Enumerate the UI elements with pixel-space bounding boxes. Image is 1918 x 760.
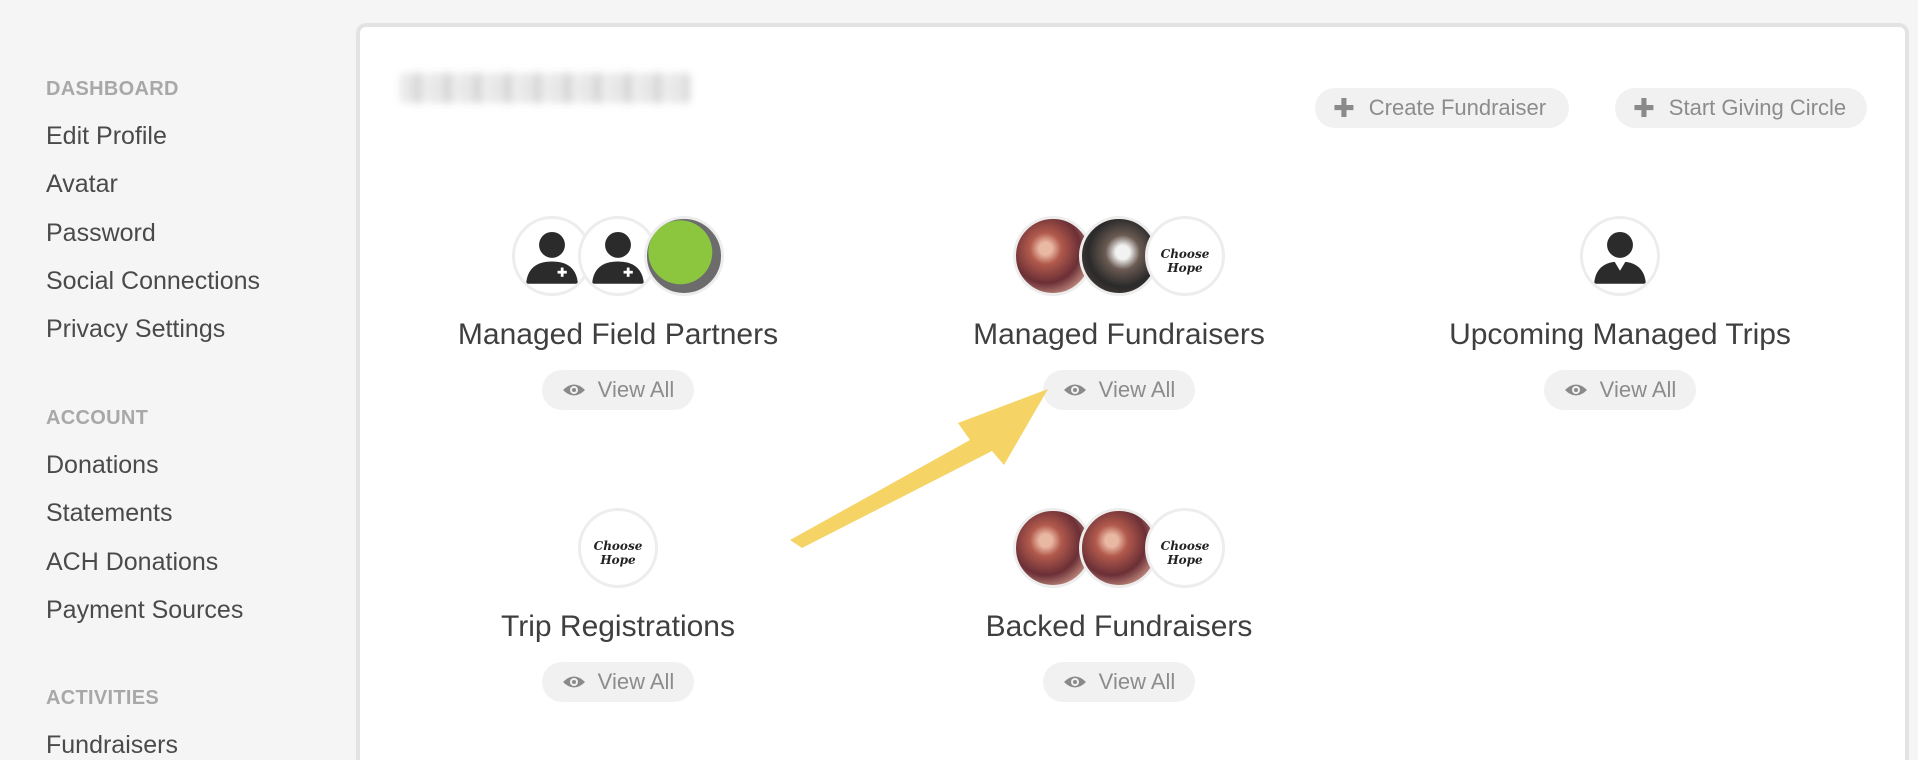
plus-icon: ✚	[1633, 93, 1655, 123]
sidebar-item-avatar[interactable]: Avatar	[46, 170, 118, 199]
avatar-group: Choose Hope	[408, 508, 828, 588]
sidebar-item-statements[interactable]: Statements	[46, 499, 172, 528]
sidebar-item-privacy-settings[interactable]: Privacy Settings	[46, 315, 225, 344]
sidebar-heading-account: ACCOUNT	[46, 407, 149, 429]
sidebar-item-password[interactable]: Password	[46, 219, 156, 248]
annotation-arrow-icon	[790, 389, 1048, 548]
sidebar-heading-activities: ACTIVITIES	[46, 687, 160, 709]
choose-hope-logo-avatar: Choose Hope	[578, 508, 658, 588]
blurred-user-name	[400, 73, 690, 103]
plus-icon: ✚	[1333, 93, 1355, 123]
sidebar: DASHBOARD Edit Profile Avatar Password S…	[0, 0, 355, 760]
eye-icon	[1564, 384, 1587, 396]
main-panel: ✚ Create Fundraiser ✚ Start Giving Circl…	[356, 23, 1909, 760]
card-title: Upcoming Managed Trips	[1449, 318, 1791, 351]
avatar-group	[1410, 216, 1830, 296]
globe-logo-icon	[644, 216, 724, 296]
eye-icon	[562, 384, 585, 396]
eye-icon	[1063, 676, 1086, 688]
choose-hope-logo-avatar: Choose Hope	[1145, 508, 1225, 588]
start-giving-circle-button[interactable]: ✚ Start Giving Circle	[1615, 88, 1867, 128]
sidebar-item-edit-profile[interactable]: Edit Profile	[46, 122, 167, 151]
sidebar-heading-dashboard: DASHBOARD	[46, 78, 179, 100]
sidebar-item-fundraisers[interactable]: Fundraisers	[46, 731, 178, 760]
choose-hope-logo-text: Choose Hope	[1160, 247, 1210, 275]
create-fundraiser-button[interactable]: ✚ Create Fundraiser	[1315, 88, 1569, 128]
card-managed-field-partners: Managed Field Partners View All	[408, 216, 828, 410]
card-title: Managed Field Partners	[457, 318, 779, 351]
card-title: Managed Fundraisers	[973, 318, 1265, 351]
choose-hope-logo-text: Choose Hope	[1160, 539, 1210, 567]
view-all-label: View All	[597, 669, 675, 694]
avatar-group	[408, 216, 828, 296]
card-managed-fundraisers: Choose Hope Managed Fundraisers View All	[909, 216, 1329, 410]
person-avatar-icon	[1580, 216, 1660, 296]
create-fundraiser-label: Create Fundraiser	[1368, 95, 1547, 120]
card-title: Backed Fundraisers	[985, 610, 1253, 643]
view-all-button[interactable]: View All	[1042, 662, 1196, 702]
sidebar-item-donations[interactable]: Donations	[46, 451, 159, 480]
card-trip-registrations: Choose Hope Trip Registrations View All	[408, 508, 828, 702]
view-all-label: View All	[1098, 377, 1176, 402]
choose-hope-logo-text: Choose Hope	[593, 539, 643, 567]
eye-icon	[562, 676, 585, 688]
view-all-label: View All	[1098, 669, 1176, 694]
view-all-button[interactable]: View All	[541, 370, 695, 410]
sidebar-item-social-connections[interactable]: Social Connections	[46, 267, 260, 296]
view-all-button[interactable]: View All	[541, 662, 695, 702]
view-all-button[interactable]: View All	[1543, 370, 1697, 410]
view-all-label: View All	[1599, 377, 1677, 402]
avatar-group: Choose Hope	[909, 216, 1329, 296]
card-upcoming-managed-trips: Upcoming Managed Trips View All	[1410, 216, 1830, 410]
card-title: Trip Registrations	[501, 610, 735, 643]
view-all-button[interactable]: View All	[1042, 370, 1196, 410]
sidebar-item-ach-donations[interactable]: ACH Donations	[46, 548, 218, 577]
eye-icon	[1063, 384, 1086, 396]
sidebar-item-payment-sources[interactable]: Payment Sources	[46, 596, 243, 625]
start-giving-circle-label: Start Giving Circle	[1668, 95, 1847, 120]
view-all-label: View All	[597, 377, 675, 402]
choose-hope-logo-avatar: Choose Hope	[1145, 216, 1225, 296]
